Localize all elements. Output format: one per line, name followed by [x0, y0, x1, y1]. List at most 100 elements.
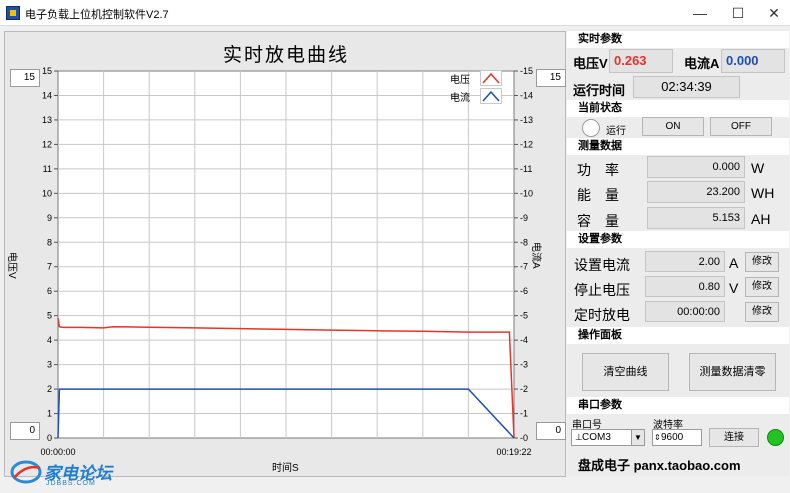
off-button[interactable]: OFF: [710, 117, 772, 136]
power-label: 功 率: [577, 162, 619, 178]
y-right-tick-label: -2: [520, 384, 528, 394]
chevron-down-icon[interactable]: ▼: [631, 430, 644, 445]
y-right-tick-label: -0: [520, 433, 528, 443]
set-current-unit: A: [729, 255, 739, 271]
y-right-tick-label: -11: [520, 164, 532, 174]
legend-label-voltage: 电压: [450, 75, 470, 86]
legend-item-current: 电流: [450, 88, 506, 104]
chart-legend: 电压 电流: [450, 70, 506, 106]
section-ops: 操作面板: [567, 327, 789, 344]
connect-button[interactable]: 连接: [709, 428, 759, 447]
y-right-tick-label: -7: [520, 262, 528, 272]
control-panel: 实时参数 电压V 0.263 电流A 0.000 运行时间 02:34:39 当…: [567, 29, 789, 476]
y-left-tick-label: 3: [47, 360, 52, 370]
section-realtime: 实时参数: [567, 31, 789, 48]
y-left-tick-label: 9: [47, 213, 52, 223]
y-right-tick-label: -12: [520, 139, 533, 149]
y-left-tick-label: 2: [47, 384, 52, 394]
close-button[interactable]: ✕: [756, 0, 790, 26]
legend-label-current: 电流: [450, 93, 470, 104]
runtime-readout: 02:34:39: [633, 76, 740, 98]
y-left-tick-label: 0: [47, 433, 52, 443]
chart-panel: 实时放电曲线 15 0 15 0 0 -0 1 -1 2 -2 3 -3 4 -4 5 -5 6 -6 7-…: [4, 31, 566, 477]
power-readout: 0.000: [647, 156, 745, 178]
run-label: 运行: [606, 126, 626, 137]
title-bar: 电子负载上位机控制软件V2.7 — ☐ ✕: [0, 0, 790, 26]
energy-unit: WH: [751, 185, 775, 201]
capacity-label: 容 量: [577, 213, 619, 229]
y-left-tick-label: 6: [47, 286, 52, 296]
y-left-tick-label: 7: [47, 262, 52, 272]
y-right-tick-label: -5: [520, 311, 528, 321]
vendor-footer: 盘成电子 panx.taobao.com: [578, 458, 741, 473]
energy-readout: 23.200: [647, 181, 745, 203]
power-unit: W: [751, 160, 765, 176]
set-current-label: 设置电流: [574, 257, 630, 273]
y-left-tick-label: 4: [47, 335, 52, 345]
clear-chart-button[interactable]: 清空曲线: [582, 353, 669, 391]
y-left-tick-label: 13: [42, 115, 52, 125]
watermark-subtext: JDBBS.COM: [46, 480, 96, 487]
forum-watermark: 家电论坛 JDBBS.COM: [8, 458, 128, 492]
set-current-input[interactable]: 2.00: [645, 251, 725, 272]
y-left-tick-label: 15: [42, 66, 52, 76]
legend-swatch-voltage: [480, 70, 502, 86]
stop-voltage-unit: V: [729, 280, 739, 296]
y-left-tick-label: 14: [42, 90, 52, 100]
section-measure: 测量数据: [567, 138, 789, 155]
x-tick-label-end: 00:19:22: [496, 447, 531, 457]
current-readout: 0.000: [721, 49, 785, 73]
labview-app-icon: [6, 6, 20, 20]
y-right-tick-label: -15: [520, 66, 533, 76]
legend-swatch-current: [480, 88, 502, 104]
modify-timer-button[interactable]: 修改: [745, 302, 779, 322]
minimize-button[interactable]: —: [682, 0, 718, 26]
y-right-tick-label: -13: [520, 115, 533, 125]
y-left-tick-label: 5: [47, 311, 52, 321]
y-left-tick-label: 10: [42, 188, 52, 198]
energy-label: 能 量: [577, 187, 619, 203]
x-axis-title: 时间S: [272, 463, 299, 474]
stepper-icon: ⇕: [654, 433, 661, 442]
voltage-readout: 0.263: [609, 49, 673, 73]
stop-voltage-input[interactable]: 0.80: [645, 276, 725, 297]
y-left-tick-label: 8: [47, 237, 52, 247]
on-button[interactable]: ON: [642, 117, 704, 136]
y-right-tick-label: -14: [520, 90, 533, 100]
reset-measurement-button[interactable]: 测量数据清零: [689, 353, 776, 391]
modify-voltage-button[interactable]: 修改: [745, 277, 779, 297]
section-settings: 设置参数: [567, 231, 789, 248]
y-right-tick-label: -8: [520, 237, 528, 247]
maximize-button[interactable]: ☐: [720, 0, 756, 26]
connection-status-led: [767, 429, 784, 446]
runtime-label: 运行时间: [573, 83, 626, 98]
y-left-tick-label: 11: [43, 164, 52, 174]
stop-voltage-label: 停止电压: [574, 282, 630, 298]
y-right-axis-title: 电流A: [530, 242, 541, 269]
timed-discharge-input[interactable]: 00:00:00: [645, 301, 725, 322]
legend-item-voltage: 电压: [450, 70, 506, 86]
baud-value: 9600: [661, 432, 684, 443]
y-left-axis-title: 电压V: [6, 252, 17, 279]
capacity-readout: 5.153: [647, 207, 745, 229]
y-right-tick-label: -4: [520, 335, 528, 345]
port-select[interactable]: ⊥ COM3 ▼: [571, 429, 645, 446]
voltage-label: 电压V: [573, 56, 608, 71]
capacity-unit: AH: [751, 211, 771, 227]
y-right-tick-label: -3: [520, 360, 528, 370]
y-right-tick-label: -6: [520, 286, 528, 296]
section-state: 当前状态: [567, 100, 789, 117]
y-right-tick-label: -10: [520, 188, 533, 198]
port-value: COM3: [582, 432, 611, 443]
run-indicator: [582, 119, 600, 137]
x-tick-label-start: 00:00:00: [40, 447, 75, 457]
baud-select[interactable]: ⇕ 9600: [652, 429, 702, 446]
window-title: 电子负载上位机控制软件V2.7: [25, 9, 169, 21]
y-left-tick-label: 12: [42, 139, 52, 149]
y-right-tick-label: -9: [520, 213, 528, 223]
timed-discharge-label: 定时放电: [574, 307, 630, 323]
section-serial: 串口参数: [567, 397, 789, 414]
modify-current-button[interactable]: 修改: [745, 252, 779, 272]
y-left-tick-label: 1: [47, 409, 52, 419]
y-right-tick-label: -1: [520, 409, 528, 419]
